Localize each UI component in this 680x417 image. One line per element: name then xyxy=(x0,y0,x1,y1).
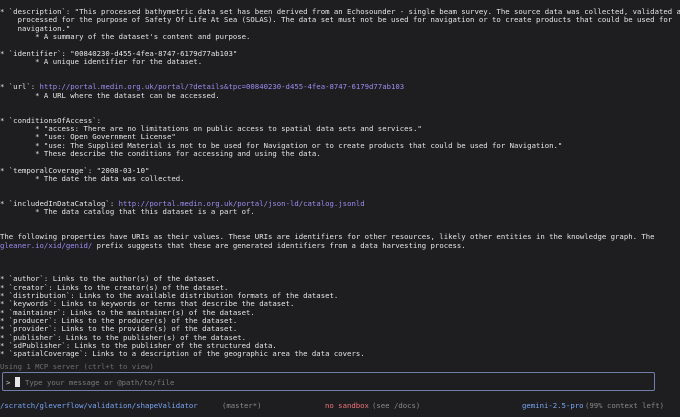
output-line: * The date the data was collected. xyxy=(0,174,185,183)
sandbox-status: no sandbox xyxy=(325,401,369,410)
input-placeholder: Type your message or @path/to/file xyxy=(25,378,175,387)
text-cursor xyxy=(15,377,20,387)
output-line: * These describe the conditions for acce… xyxy=(0,149,321,158)
output-link[interactable]: gleaner.io/xid/genid/ xyxy=(0,241,92,250)
git-branch: (master*) xyxy=(222,401,262,410)
output-text: * `spatialCoverage`: Links to a descript… xyxy=(0,349,365,359)
output-line: * The data catalog that this dataset is … xyxy=(0,207,255,216)
output-text: * These describe the conditions for acce… xyxy=(0,148,321,158)
cwd-path: /scratch/gleverflow/validation/shapeVali… xyxy=(0,401,198,410)
sandbox-hint: (see /docs) xyxy=(372,401,421,410)
output-line: * A URL where the dataset can be accesse… xyxy=(0,91,220,100)
output-line: processed for the purpose of Safety Of L… xyxy=(0,15,673,25)
output-text: processed for the purpose of Safety Of L… xyxy=(0,15,673,25)
output-text: * A summary of the dataset's content and… xyxy=(0,32,251,41)
message-input[interactable]: > Type your message or @path/to/file xyxy=(2,372,655,391)
prompt-char: > xyxy=(6,378,11,387)
output-line: * A unique identifier for the dataset. xyxy=(0,57,202,66)
output-text: * The date the data was collected. xyxy=(0,174,185,183)
model-name: gemini-2.5-pro xyxy=(522,401,584,410)
mcp-status: Using 1 MCP server (ctrl+t to view) xyxy=(0,362,154,371)
output-line: gleaner.io/xid/genid/ prefix suggests th… xyxy=(0,241,466,250)
output-text: * The data catalog that this dataset is … xyxy=(0,207,255,217)
terminal-window: * `description`: "This processed bathyme… xyxy=(0,0,680,417)
output-line: * `spatialCoverage`: Links to a descript… xyxy=(0,349,365,358)
output-text: * A unique identifier for the dataset. xyxy=(0,57,203,67)
output-text: * A URL where the dataset can be accesse… xyxy=(0,90,220,100)
output-line: * A summary of the dataset's content and… xyxy=(0,32,250,41)
output-text: prefix suggests that these are generated… xyxy=(92,240,466,250)
context-remaining: (99% context left) xyxy=(585,401,665,410)
